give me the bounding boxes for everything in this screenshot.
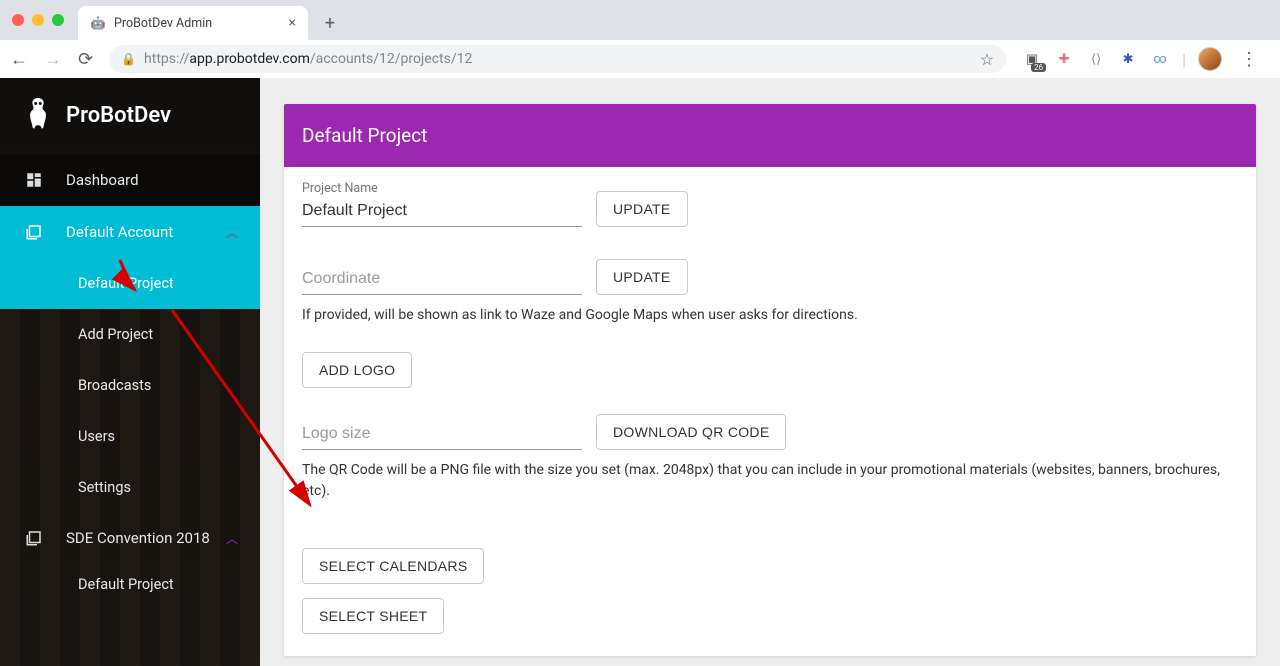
address-bar[interactable]: 🔒 https://app.probotdev.com/accounts/12/…	[109, 45, 1006, 73]
sidebar-item-default-project[interactable]: Default Project	[0, 258, 260, 309]
back-icon[interactable]: ←	[10, 49, 28, 70]
extension-icon[interactable]: ✚	[1054, 49, 1074, 69]
sidebar-item-label: Default Project	[78, 576, 174, 593]
sidebar-item-sde-convention[interactable]: SDE Convention 2018 ︿	[0, 513, 260, 564]
chevron-up-icon: ︿	[226, 530, 238, 547]
coordinate-input[interactable]	[302, 266, 582, 295]
browser-tab[interactable]: 🤖 ProBotDev Admin ×	[78, 6, 308, 40]
maximize-window-icon[interactable]	[52, 14, 64, 26]
select-calendars-button[interactable]: SELECT CALENDARS	[302, 548, 484, 584]
sidebar-item-label: Default Project	[78, 275, 174, 292]
favicon-icon: 🤖	[90, 15, 106, 31]
extension-icon[interactable]: ▣26	[1022, 49, 1042, 69]
sidebar-item-add-project[interactable]: Add Project	[0, 309, 260, 360]
main-content: Default Project Project Name UPDATE UPDA…	[260, 78, 1280, 666]
close-window-icon[interactable]	[12, 14, 24, 26]
library-icon	[24, 528, 44, 548]
brand-name: ProBotDev	[66, 103, 171, 128]
extensions: ▣26 ✚ ⟨⟩ ✱ ∞ | ⋮	[1022, 47, 1270, 71]
forward-icon[interactable]: →	[44, 49, 62, 70]
browser-chrome: 🤖 ProBotDev Admin × + ← → ⟳ 🔒 https://ap…	[0, 0, 1280, 78]
tab-bar: 🤖 ProBotDev Admin × +	[0, 0, 1280, 40]
sidebar-item-label: Dashboard	[66, 171, 139, 189]
bookmark-icon[interactable]: ☆	[980, 50, 994, 69]
brand[interactable]: ProBotDev	[0, 78, 260, 154]
sidebar-item-broadcasts[interactable]: Broadcasts	[0, 360, 260, 411]
extension-icon[interactable]: ∞	[1150, 49, 1170, 69]
add-logo-button[interactable]: ADD LOGO	[302, 352, 412, 388]
new-tab-button[interactable]: +	[316, 9, 344, 37]
lock-icon: 🔒	[121, 52, 136, 66]
sidebar-item-users[interactable]: Users	[0, 411, 260, 462]
project-name-input[interactable]	[302, 198, 582, 227]
select-sheet-button[interactable]: SELECT SHEET	[302, 598, 444, 634]
window-controls	[0, 0, 76, 40]
sidebar-item-label: Broadcasts	[78, 377, 151, 394]
sidebar-item-label: Users	[78, 428, 115, 445]
sidebar-item-label: SDE Convention 2018	[66, 527, 210, 550]
update-coordinate-button[interactable]: UPDATE	[596, 259, 688, 295]
download-qr-button[interactable]: DOWNLOAD QR CODE	[596, 414, 786, 450]
project-name-label: Project Name	[302, 181, 582, 196]
menu-icon[interactable]: ⋮	[1234, 49, 1264, 70]
app: ProBotDev Dashboard Default Account ︿ De…	[0, 78, 1280, 666]
minimize-window-icon[interactable]	[32, 14, 44, 26]
sidebar-item-sde-default-project[interactable]: Default Project	[0, 564, 260, 597]
update-project-name-button[interactable]: UPDATE	[596, 191, 688, 227]
library-icon	[24, 222, 44, 242]
sidebar: ProBotDev Dashboard Default Account ︿ De…	[0, 78, 260, 666]
chevron-up-icon: ︿	[226, 224, 238, 241]
sidebar-item-settings[interactable]: Settings	[0, 462, 260, 513]
close-tab-icon[interactable]: ×	[289, 15, 296, 31]
profile-avatar[interactable]	[1198, 47, 1222, 71]
logo-size-input[interactable]	[302, 421, 582, 450]
extension-icon[interactable]: ✱	[1118, 49, 1138, 69]
sidebar-item-label: Default Account	[66, 223, 173, 241]
project-card: Default Project Project Name UPDATE UPDA…	[284, 104, 1256, 656]
dashboard-icon	[24, 170, 44, 190]
sidebar-item-dashboard[interactable]: Dashboard	[0, 154, 260, 206]
tab-title: ProBotDev Admin	[114, 16, 281, 31]
sidebar-item-label: Add Project	[78, 326, 153, 343]
logo-icon	[24, 98, 52, 132]
coordinate-help-text: If provided, will be shown as link to Wa…	[302, 305, 1238, 326]
extension-icon[interactable]: ⟨⟩	[1086, 49, 1106, 69]
browser-toolbar: ← → ⟳ 🔒 https://app.probotdev.com/accoun…	[0, 40, 1280, 78]
url: https://app.probotdev.com/accounts/12/pr…	[144, 51, 472, 67]
sidebar-item-label: Settings	[78, 479, 131, 496]
card-header: Default Project	[284, 104, 1256, 167]
qr-help-text: The QR Code will be a PNG file with the …	[302, 460, 1238, 502]
reload-icon[interactable]: ⟳	[78, 49, 93, 70]
sidebar-item-default-account[interactable]: Default Account ︿	[0, 206, 260, 258]
